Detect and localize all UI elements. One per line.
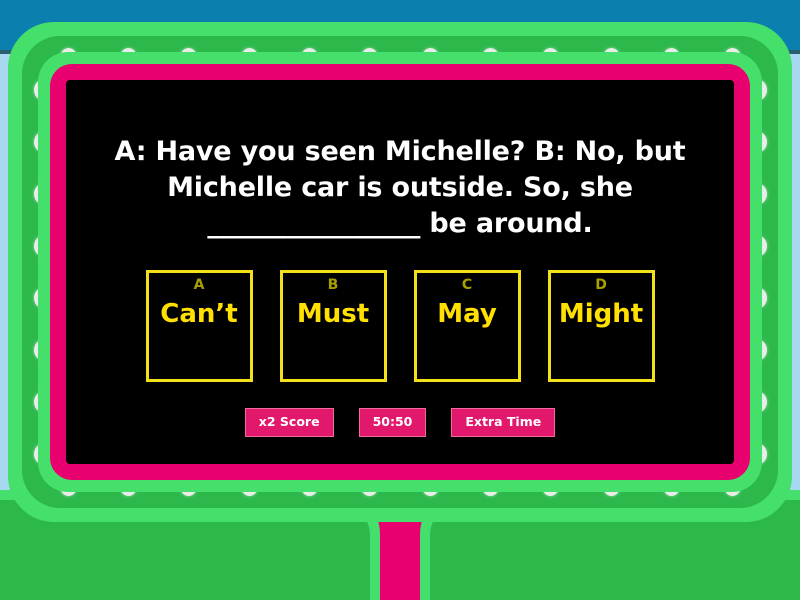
answer-label: May (437, 299, 497, 329)
quiz-screen: A: Have you seen Michelle? B: No, but Mi… (66, 80, 734, 464)
powerup-fifty-fifty-button[interactable]: 50:50 (358, 408, 427, 437)
answer-label: Might (558, 299, 644, 329)
powerup-double-score-button[interactable]: x2 Score (244, 408, 334, 437)
answer-option-d[interactable]: D Might (547, 270, 655, 382)
answer-label: Can’t (160, 299, 238, 329)
answer-letter: C (461, 277, 473, 293)
answer-options: A Can’t B Must C May D Might (66, 270, 734, 382)
game-stage: A: Have you seen Michelle? B: No, but Mi… (0, 0, 800, 600)
answer-letter: D (595, 277, 607, 293)
question-text: A: Have you seen Michelle? B: No, but Mi… (114, 136, 686, 239)
answer-label: Must (296, 299, 370, 329)
powerup-extra-time-button[interactable]: Extra Time (451, 408, 556, 437)
answer-option-a[interactable]: A Can’t (145, 270, 253, 382)
answer-letter: A (193, 277, 205, 293)
answer-letter: B (327, 277, 339, 293)
answer-option-c[interactable]: C May (413, 270, 521, 382)
answer-option-b[interactable]: B Must (279, 270, 387, 382)
powerup-bar: x2 Score 50:50 Extra Time (66, 408, 734, 437)
